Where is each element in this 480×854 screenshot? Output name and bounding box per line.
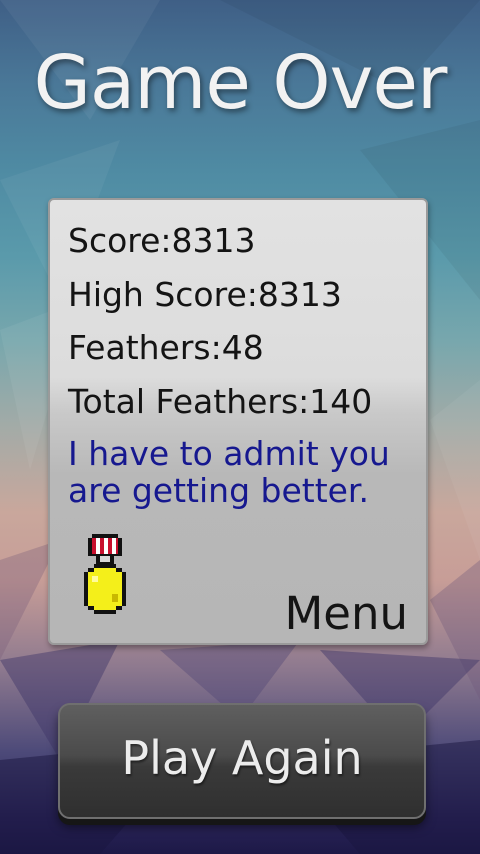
feathers-text: Feathers:48 (68, 328, 264, 367)
total-feathers-text: Total Feathers:140 (68, 382, 373, 421)
encouragement-message: I have to admit you are getting better. (68, 434, 390, 510)
gold-medal-icon (84, 534, 126, 614)
play-again-button[interactable]: Play Again (58, 703, 426, 819)
game-over-title: Game Over (33, 40, 448, 126)
high-score-text: High Score:8313 (68, 275, 342, 314)
menu-button[interactable]: Menu (284, 588, 408, 640)
results-panel: Score:8313 High Score:8313 Feathers:48 T… (48, 198, 428, 645)
score-text: Score:8313 (68, 221, 256, 260)
